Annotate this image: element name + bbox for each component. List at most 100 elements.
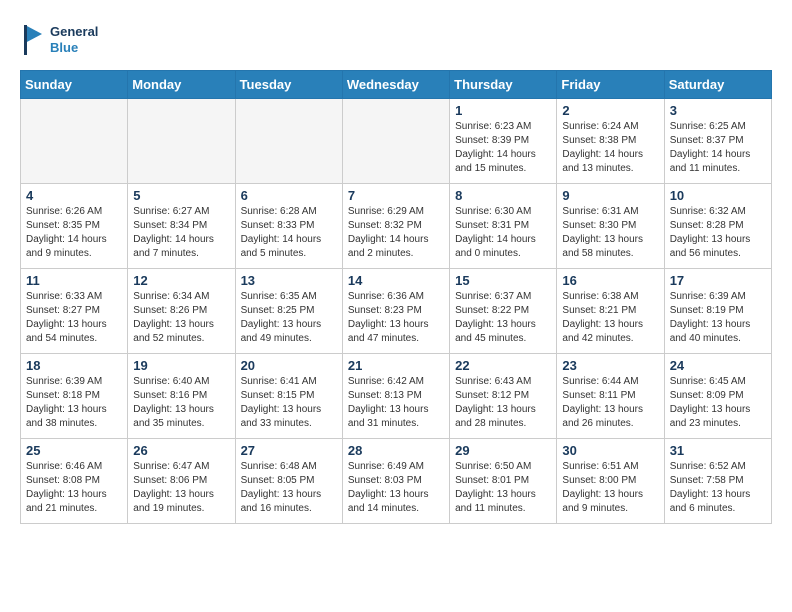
day-info: Sunrise: 6:24 AM Sunset: 8:38 PM Dayligh… bbox=[562, 120, 658, 176]
week-row-3: 11 Sunrise: 6:33 AM Sunset: 8:27 PM Dayli… bbox=[21, 269, 772, 354]
column-header-thursday: Thursday bbox=[450, 71, 557, 99]
svg-text:General: General bbox=[50, 24, 98, 39]
calendar-cell: 12 Sunrise: 6:34 AM Sunset: 8:26 PM Dayli… bbox=[128, 269, 235, 354]
day-info: Sunrise: 6:31 AM Sunset: 8:30 PM Dayligh… bbox=[562, 205, 658, 261]
calendar-cell: 24 Sunrise: 6:45 AM Sunset: 8:09 PM Dayli… bbox=[664, 354, 771, 439]
logo-svg: GeneralBlue bbox=[20, 20, 100, 60]
calendar-cell: 28 Sunrise: 6:49 AM Sunset: 8:03 PM Dayli… bbox=[342, 439, 449, 524]
day-info: Sunrise: 6:28 AM Sunset: 8:33 PM Dayligh… bbox=[241, 205, 337, 261]
day-info: Sunrise: 6:27 AM Sunset: 8:34 PM Dayligh… bbox=[133, 205, 229, 261]
logo: GeneralBlue bbox=[20, 20, 100, 60]
calendar-cell: 6 Sunrise: 6:28 AM Sunset: 8:33 PM Daylig… bbox=[235, 184, 342, 269]
calendar-cell: 30 Sunrise: 6:51 AM Sunset: 8:00 PM Dayli… bbox=[557, 439, 664, 524]
day-info: Sunrise: 6:51 AM Sunset: 8:00 PM Dayligh… bbox=[562, 460, 658, 516]
day-number: 21 bbox=[348, 358, 444, 373]
week-row-4: 18 Sunrise: 6:39 AM Sunset: 8:18 PM Dayli… bbox=[21, 354, 772, 439]
day-number: 11 bbox=[26, 273, 122, 288]
day-number: 24 bbox=[670, 358, 766, 373]
day-number: 1 bbox=[455, 103, 551, 118]
day-info: Sunrise: 6:34 AM Sunset: 8:26 PM Dayligh… bbox=[133, 290, 229, 346]
day-number: 23 bbox=[562, 358, 658, 373]
calendar-cell bbox=[235, 99, 342, 184]
calendar-cell: 23 Sunrise: 6:44 AM Sunset: 8:11 PM Dayli… bbox=[557, 354, 664, 439]
day-info: Sunrise: 6:40 AM Sunset: 8:16 PM Dayligh… bbox=[133, 375, 229, 431]
day-info: Sunrise: 6:38 AM Sunset: 8:21 PM Dayligh… bbox=[562, 290, 658, 346]
day-number: 31 bbox=[670, 443, 766, 458]
day-number: 8 bbox=[455, 188, 551, 203]
svg-text:Blue: Blue bbox=[50, 40, 78, 55]
calendar-cell: 2Sunrise: 6:24 AM Sunset: 8:38 PM Daylig… bbox=[557, 99, 664, 184]
calendar-cell: 16 Sunrise: 6:38 AM Sunset: 8:21 PM Dayli… bbox=[557, 269, 664, 354]
calendar-cell: 14 Sunrise: 6:36 AM Sunset: 8:23 PM Dayli… bbox=[342, 269, 449, 354]
day-number: 6 bbox=[241, 188, 337, 203]
day-info: Sunrise: 6:43 AM Sunset: 8:12 PM Dayligh… bbox=[455, 375, 551, 431]
day-number: 15 bbox=[455, 273, 551, 288]
day-info: Sunrise: 6:30 AM Sunset: 8:31 PM Dayligh… bbox=[455, 205, 551, 261]
day-number: 12 bbox=[133, 273, 229, 288]
day-info: Sunrise: 6:48 AM Sunset: 8:05 PM Dayligh… bbox=[241, 460, 337, 516]
column-header-friday: Friday bbox=[557, 71, 664, 99]
calendar-cell: 8 Sunrise: 6:30 AM Sunset: 8:31 PM Daylig… bbox=[450, 184, 557, 269]
column-header-sunday: Sunday bbox=[21, 71, 128, 99]
calendar-cell: 7Sunrise: 6:29 AM Sunset: 8:32 PM Daylig… bbox=[342, 184, 449, 269]
column-header-monday: Monday bbox=[128, 71, 235, 99]
day-info: Sunrise: 6:49 AM Sunset: 8:03 PM Dayligh… bbox=[348, 460, 444, 516]
calendar-cell: 9 Sunrise: 6:31 AM Sunset: 8:30 PM Daylig… bbox=[557, 184, 664, 269]
day-info: Sunrise: 6:50 AM Sunset: 8:01 PM Dayligh… bbox=[455, 460, 551, 516]
day-number: 27 bbox=[241, 443, 337, 458]
day-info: Sunrise: 6:33 AM Sunset: 8:27 PM Dayligh… bbox=[26, 290, 122, 346]
calendar-cell: 21 Sunrise: 6:42 AM Sunset: 8:13 PM Dayli… bbox=[342, 354, 449, 439]
calendar-header-row: SundayMondayTuesdayWednesdayThursdayFrid… bbox=[21, 71, 772, 99]
day-info: Sunrise: 6:36 AM Sunset: 8:23 PM Dayligh… bbox=[348, 290, 444, 346]
calendar-cell: 13Sunrise: 6:35 AM Sunset: 8:25 PM Dayli… bbox=[235, 269, 342, 354]
calendar-cell: 5 Sunrise: 6:27 AM Sunset: 8:34 PM Daylig… bbox=[128, 184, 235, 269]
week-row-5: 25 Sunrise: 6:46 AM Sunset: 8:08 PM Dayli… bbox=[21, 439, 772, 524]
day-info: Sunrise: 6:39 AM Sunset: 8:18 PM Dayligh… bbox=[26, 375, 122, 431]
calendar-cell: 20 Sunrise: 6:41 AM Sunset: 8:15 PM Dayli… bbox=[235, 354, 342, 439]
day-info: Sunrise: 6:23 AM Sunset: 8:39 PM Dayligh… bbox=[455, 120, 551, 176]
calendar-cell: 25 Sunrise: 6:46 AM Sunset: 8:08 PM Dayli… bbox=[21, 439, 128, 524]
day-number: 19 bbox=[133, 358, 229, 373]
day-number: 26 bbox=[133, 443, 229, 458]
day-info: Sunrise: 6:26 AM Sunset: 8:35 PM Dayligh… bbox=[26, 205, 122, 261]
calendar-cell: 11 Sunrise: 6:33 AM Sunset: 8:27 PM Dayli… bbox=[21, 269, 128, 354]
column-header-tuesday: Tuesday bbox=[235, 71, 342, 99]
calendar-cell: 22Sunrise: 6:43 AM Sunset: 8:12 PM Dayli… bbox=[450, 354, 557, 439]
calendar-cell bbox=[21, 99, 128, 184]
day-number: 3 bbox=[670, 103, 766, 118]
day-info: Sunrise: 6:32 AM Sunset: 8:28 PM Dayligh… bbox=[670, 205, 766, 261]
day-number: 4 bbox=[26, 188, 122, 203]
day-number: 14 bbox=[348, 273, 444, 288]
day-number: 30 bbox=[562, 443, 658, 458]
calendar-cell: 10Sunrise: 6:32 AM Sunset: 8:28 PM Dayli… bbox=[664, 184, 771, 269]
calendar-cell: 27 Sunrise: 6:48 AM Sunset: 8:05 PM Dayli… bbox=[235, 439, 342, 524]
day-info: Sunrise: 6:46 AM Sunset: 8:08 PM Dayligh… bbox=[26, 460, 122, 516]
day-info: Sunrise: 6:25 AM Sunset: 8:37 PM Dayligh… bbox=[670, 120, 766, 176]
day-info: Sunrise: 6:35 AM Sunset: 8:25 PM Dayligh… bbox=[241, 290, 337, 346]
day-number: 28 bbox=[348, 443, 444, 458]
day-number: 9 bbox=[562, 188, 658, 203]
week-row-1: 1 Sunrise: 6:23 AM Sunset: 8:39 PM Daylig… bbox=[21, 99, 772, 184]
day-number: 25 bbox=[26, 443, 122, 458]
day-info: Sunrise: 6:44 AM Sunset: 8:11 PM Dayligh… bbox=[562, 375, 658, 431]
day-number: 20 bbox=[241, 358, 337, 373]
day-info: Sunrise: 6:41 AM Sunset: 8:15 PM Dayligh… bbox=[241, 375, 337, 431]
calendar-cell: 3 Sunrise: 6:25 AM Sunset: 8:37 PM Daylig… bbox=[664, 99, 771, 184]
day-info: Sunrise: 6:42 AM Sunset: 8:13 PM Dayligh… bbox=[348, 375, 444, 431]
day-info: Sunrise: 6:29 AM Sunset: 8:32 PM Dayligh… bbox=[348, 205, 444, 261]
calendar-cell: 31 Sunrise: 6:52 AM Sunset: 7:58 PM Dayli… bbox=[664, 439, 771, 524]
day-number: 16 bbox=[562, 273, 658, 288]
day-number: 18 bbox=[26, 358, 122, 373]
page-header: GeneralBlue bbox=[20, 20, 772, 60]
calendar-cell: 4 Sunrise: 6:26 AM Sunset: 8:35 PM Daylig… bbox=[21, 184, 128, 269]
day-number: 29 bbox=[455, 443, 551, 458]
calendar-cell: 18 Sunrise: 6:39 AM Sunset: 8:18 PM Dayli… bbox=[21, 354, 128, 439]
calendar-table: SundayMondayTuesdayWednesdayThursdayFrid… bbox=[20, 70, 772, 524]
week-row-2: 4 Sunrise: 6:26 AM Sunset: 8:35 PM Daylig… bbox=[21, 184, 772, 269]
day-info: Sunrise: 6:45 AM Sunset: 8:09 PM Dayligh… bbox=[670, 375, 766, 431]
day-info: Sunrise: 6:47 AM Sunset: 8:06 PM Dayligh… bbox=[133, 460, 229, 516]
calendar-cell: 17Sunrise: 6:39 AM Sunset: 8:19 PM Dayli… bbox=[664, 269, 771, 354]
calendar-cell: 26 Sunrise: 6:47 AM Sunset: 8:06 PM Dayli… bbox=[128, 439, 235, 524]
day-number: 5 bbox=[133, 188, 229, 203]
day-info: Sunrise: 6:52 AM Sunset: 7:58 PM Dayligh… bbox=[670, 460, 766, 516]
